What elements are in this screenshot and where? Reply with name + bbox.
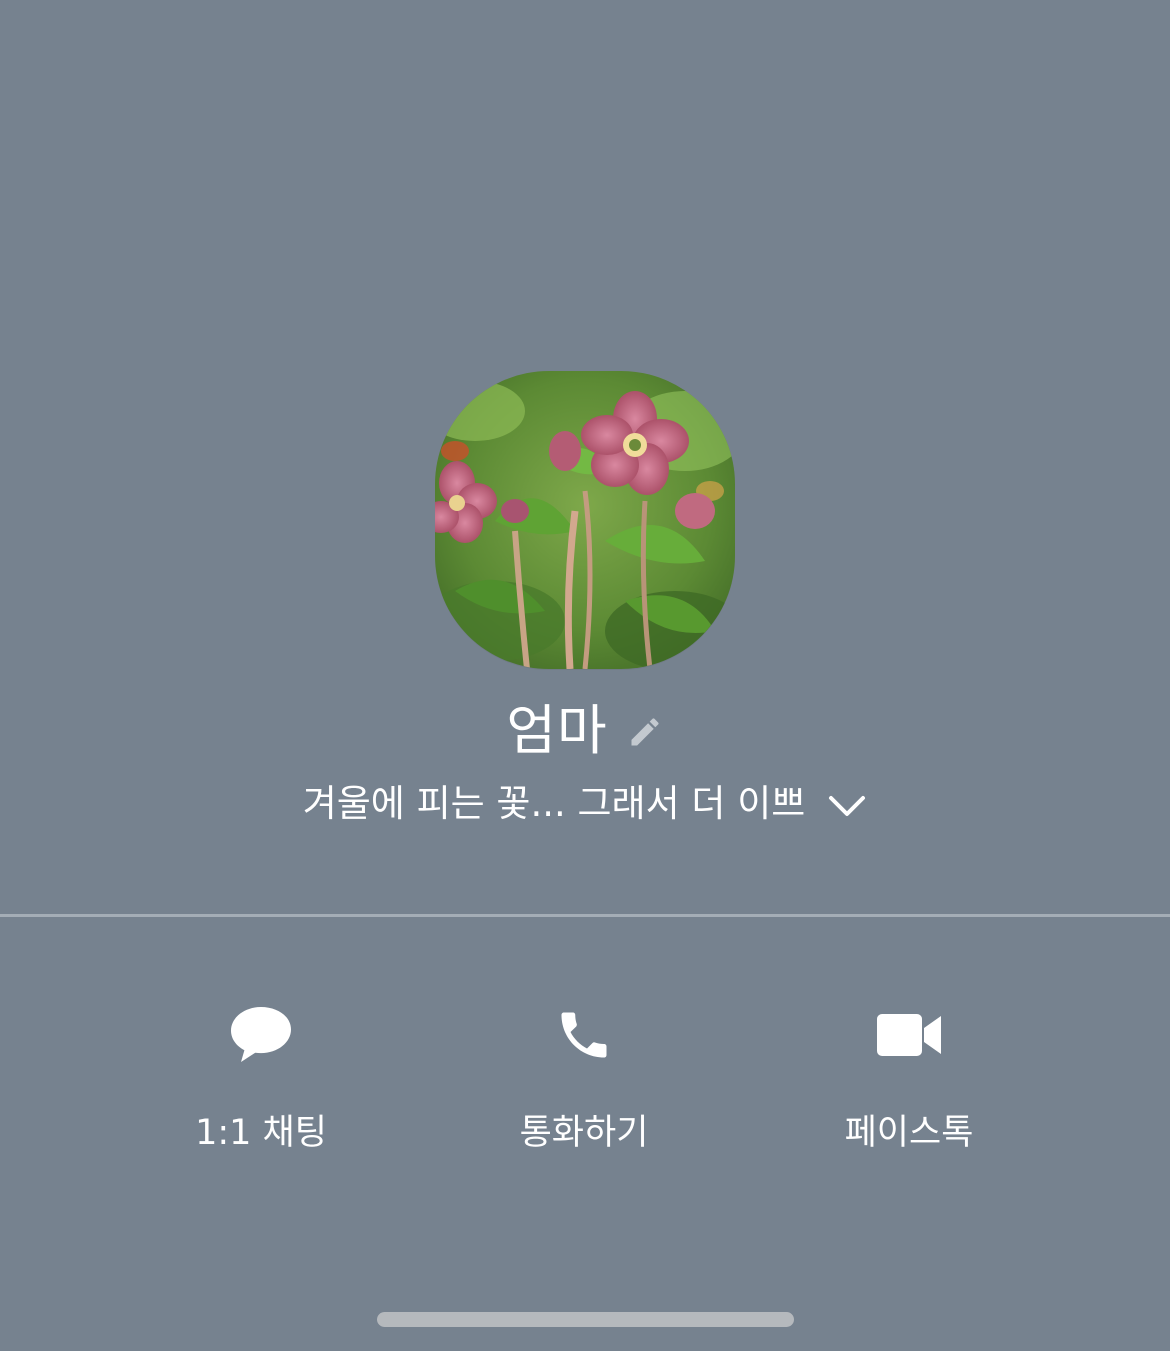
facetalk-button[interactable]: 페이스톡 — [759, 995, 1059, 1165]
chevron-down-icon[interactable] — [827, 786, 867, 826]
home-indicator[interactable] — [377, 1312, 794, 1327]
pencil-icon[interactable] — [626, 713, 664, 751]
status-message: 겨울에 피는 꽃... 그래서 더 이쁘 — [302, 782, 806, 825]
chat-bubble-icon — [221, 995, 301, 1075]
phone-icon — [544, 995, 624, 1075]
chat-label: 1:1 채팅 — [195, 1113, 327, 1153]
profile-name: 엄마 — [506, 699, 608, 762]
call-label: 통화하기 — [519, 1113, 649, 1153]
call-button[interactable]: 통화하기 — [434, 995, 734, 1165]
status-message-row[interactable]: 겨울에 피는 꽃... 그래서 더 이쁘 — [0, 776, 1170, 832]
flower-photo — [435, 371, 735, 669]
profile-avatar[interactable] — [435, 371, 735, 669]
chat-button[interactable]: 1:1 채팅 — [111, 995, 411, 1165]
video-camera-icon — [869, 995, 949, 1075]
profile-name-row: 엄마 — [0, 696, 1170, 766]
facetalk-label: 페이스톡 — [844, 1113, 974, 1153]
profile-screen: 엄마 겨울에 피는 꽃... 그래서 더 이쁘 1:1 채팅 통화하기 페이스톡 — [0, 0, 1170, 1351]
divider — [0, 914, 1170, 917]
